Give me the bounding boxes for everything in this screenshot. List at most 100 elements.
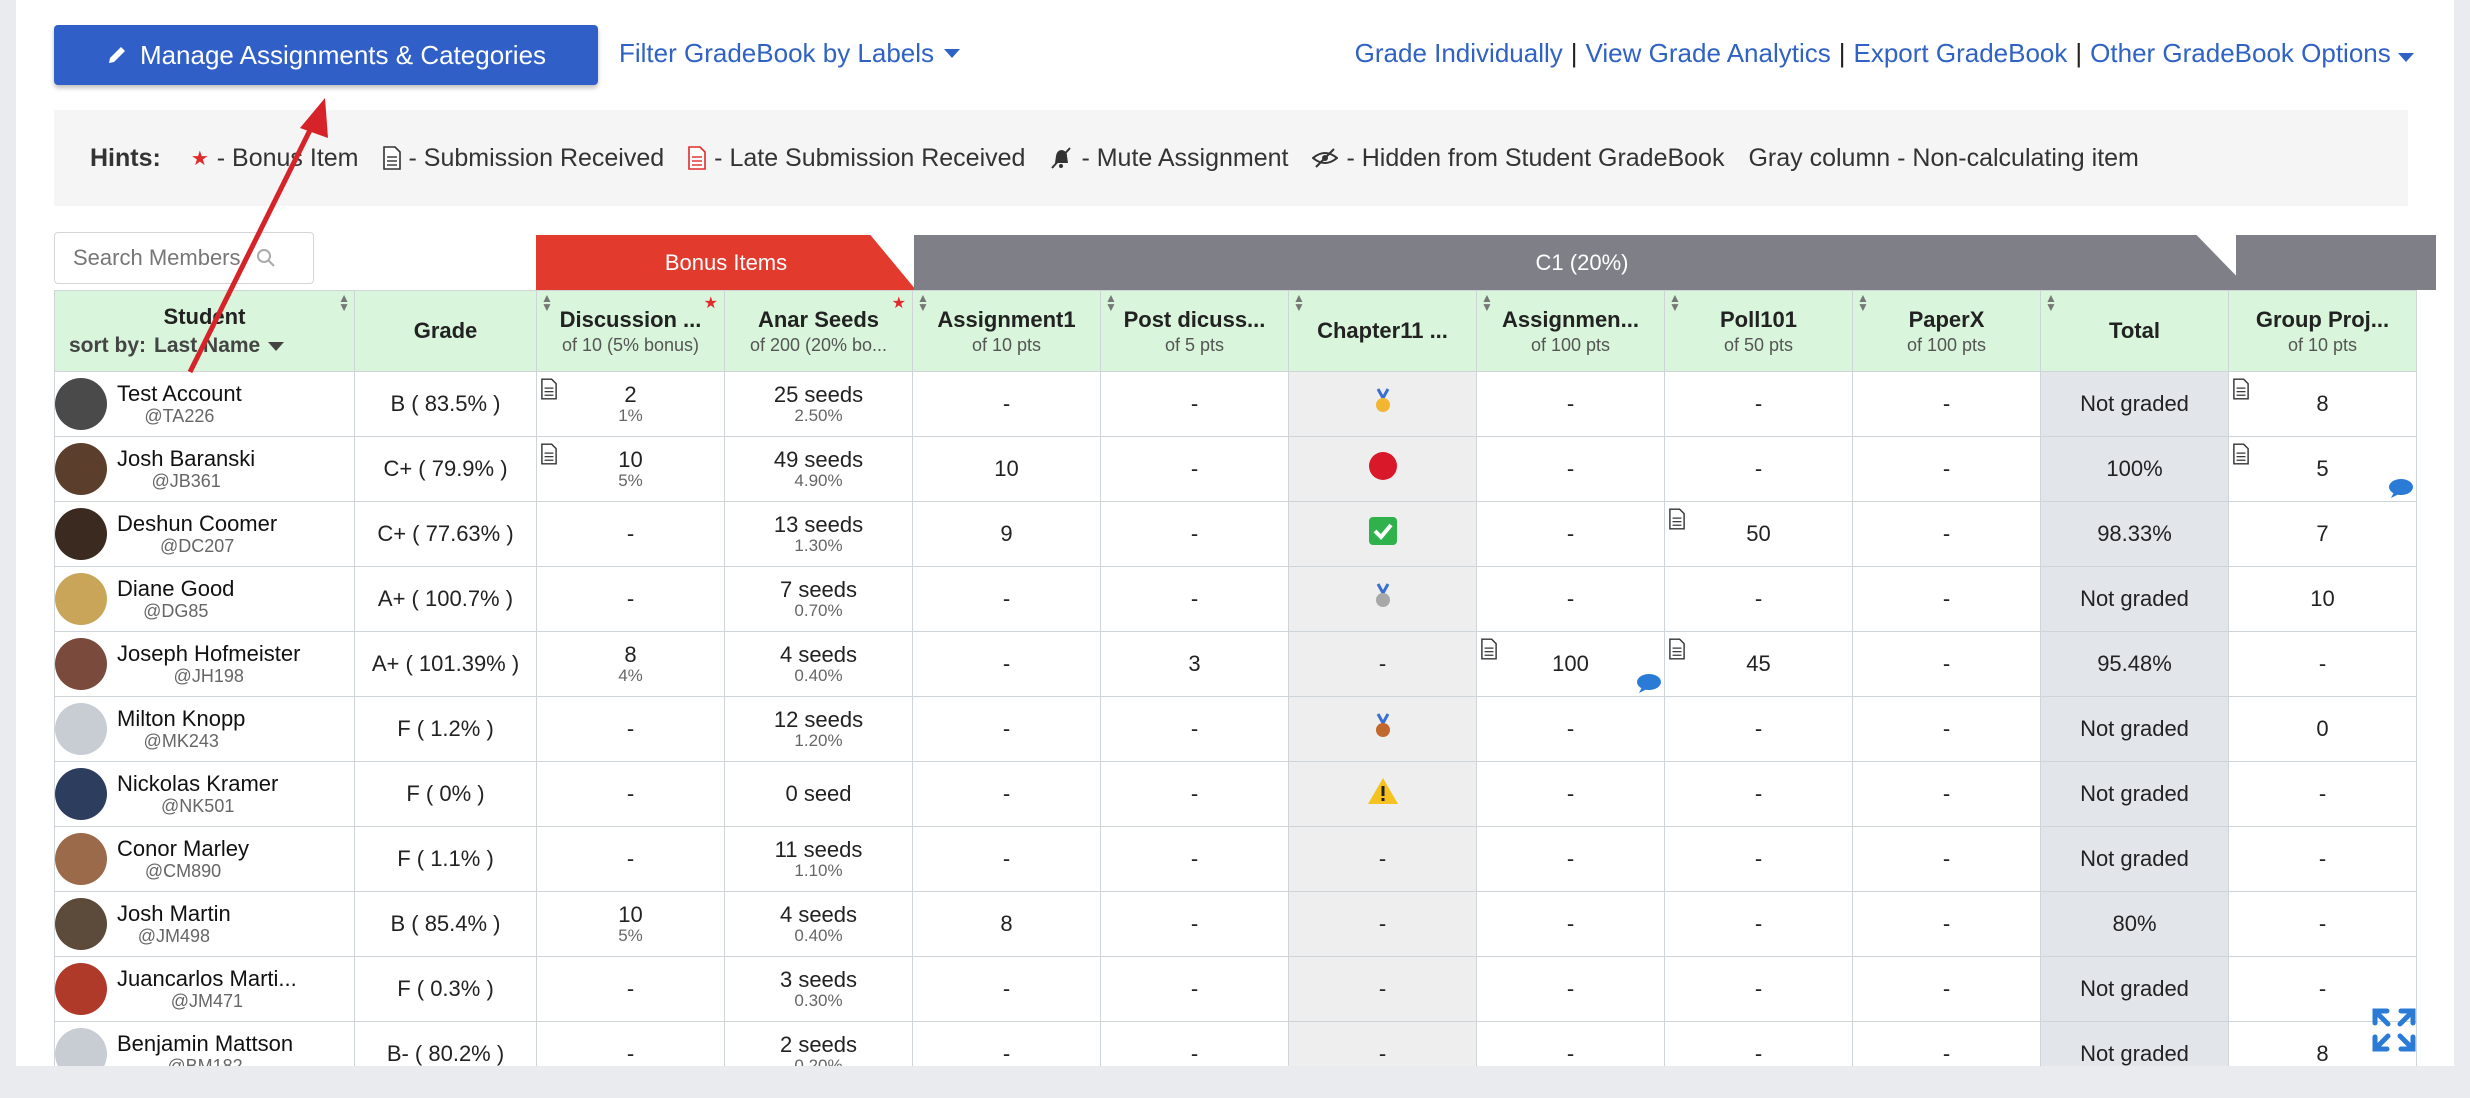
assignment1-cell[interactable]: 10 [912,436,1101,502]
anar-seeds-cell[interactable]: 7 seeds 0.70% [724,566,913,632]
sort-icon[interactable]: ▲ ▼ [541,292,553,313]
sort-icon[interactable]: ▲ ▼ [917,292,929,313]
search-members-input[interactable]: Search Members [54,232,314,284]
discussion-cell[interactable]: 10 5% [536,436,725,502]
student-cell[interactable]: Josh Martin @JM498 [54,891,355,957]
assignment1-cell[interactable]: - [912,1021,1101,1066]
assignment1-cell[interactable]: - [912,371,1101,437]
sort-icon[interactable]: ▲ ▼ [2045,292,2057,313]
paperx-cell[interactable]: - [1852,436,2041,502]
assignmen-cell[interactable]: - [1476,761,1665,827]
assignmen-cell[interactable]: - [1476,371,1665,437]
sort-icon[interactable]: ▲ ▼ [1481,292,1493,313]
poll101-cell[interactable]: 45 [1664,631,1853,697]
discussion-cell[interactable]: - [536,956,725,1022]
chapter11-cell[interactable]: - [1288,891,1477,957]
assignment1-cell[interactable]: 9 [912,501,1101,567]
post-discuss-cell[interactable]: - [1100,501,1289,567]
student-cell[interactable]: Benjamin Mattson @BM182 [54,1021,355,1066]
poll101-cell[interactable]: - [1664,1021,1853,1066]
anar-seeds-cell[interactable]: 13 seeds 1.30% [724,501,913,567]
discussion-cell[interactable]: - [536,826,725,892]
discussion-cell[interactable]: 2 1% [536,371,725,437]
paperx-cell[interactable]: - [1852,566,2041,632]
poll101-cell[interactable]: - [1664,566,1853,632]
column-group-project[interactable]: Group Proj... of 10 pts [2228,290,2417,372]
group-project-cell[interactable]: 5 [2228,436,2417,502]
chapter11-cell[interactable] [1288,761,1477,827]
assignment1-cell[interactable]: 8 [912,891,1101,957]
anar-seeds-cell[interactable]: 25 seeds 2.50% [724,371,913,437]
student-cell[interactable]: Test Account @TA226 [54,371,355,437]
grade-cell[interactable]: A+ ( 100.7% ) [354,566,537,632]
paperx-cell[interactable]: - [1852,631,2041,697]
assignmen-cell[interactable]: - [1476,566,1665,632]
group-project-cell[interactable]: - [2228,891,2417,957]
student-cell[interactable]: Josh Baranski @JB361 [54,436,355,502]
discussion-cell[interactable]: 8 4% [536,631,725,697]
paperx-cell[interactable]: - [1852,371,2041,437]
column-paperx[interactable]: ▲ ▼ PaperX of 100 pts [1852,290,2041,372]
export-gradebook-link[interactable]: Export GradeBook [1854,38,2068,69]
column-poll101[interactable]: ▲ ▼ Poll101 of 50 pts [1664,290,1853,372]
group-project-cell[interactable]: 7 [2228,501,2417,567]
assignment1-cell[interactable]: - [912,696,1101,762]
student-cell[interactable]: Juancarlos Marti... @JM471 [54,956,355,1022]
group-project-cell[interactable]: - [2228,631,2417,697]
assignmen-cell[interactable]: - [1476,891,1665,957]
post-discuss-cell[interactable]: - [1100,696,1289,762]
assignmen-cell[interactable]: - [1476,826,1665,892]
sort-icon[interactable]: ▲ ▼ [1857,292,1869,313]
column-anar-seeds[interactable]: ★ Anar Seeds of 200 (20% bo... [724,290,913,372]
group-project-cell[interactable]: - [2228,761,2417,827]
grade-cell[interactable]: B- ( 80.2% ) [354,1021,537,1066]
column-student[interactable]: Student sort by: Last Name ▲ ▼ [54,290,355,372]
fullscreen-expand-icon[interactable] [2369,1005,2419,1055]
chapter11-cell[interactable] [1288,436,1477,502]
discussion-cell[interactable]: - [536,761,725,827]
student-cell[interactable]: Diane Good @DG85 [54,566,355,632]
group-project-cell[interactable]: 0 [2228,696,2417,762]
sort-icon[interactable]: ▲ ▼ [1293,292,1305,313]
discussion-cell[interactable]: - [536,696,725,762]
chapter11-cell[interactable]: - [1288,1021,1477,1066]
chapter11-cell[interactable]: - [1288,631,1477,697]
sort-icon[interactable]: ▲ ▼ [1669,292,1681,313]
group-project-cell[interactable]: - [2228,826,2417,892]
student-cell[interactable]: Milton Knopp @MK243 [54,696,355,762]
sort-icon[interactable]: ▲ ▼ [338,292,350,313]
column-total[interactable]: ▲ ▼ Total [2040,290,2229,372]
anar-seeds-cell[interactable]: 4 seeds 0.40% [724,631,913,697]
assignment1-cell[interactable]: - [912,761,1101,827]
assignmen-cell[interactable]: - [1476,436,1665,502]
paperx-cell[interactable]: - [1852,891,2041,957]
anar-seeds-cell[interactable]: 12 seeds 1.20% [724,696,913,762]
grade-cell[interactable]: C+ ( 77.63% ) [354,501,537,567]
chapter11-cell[interactable] [1288,696,1477,762]
post-discuss-cell[interactable]: - [1100,826,1289,892]
post-discuss-cell[interactable]: - [1100,891,1289,957]
anar-seeds-cell[interactable]: 3 seeds 0.30% [724,956,913,1022]
sort-icon[interactable]: ▲ ▼ [1105,292,1117,313]
column-chapter11[interactable]: ▲ ▼ Chapter11 ... [1288,290,1477,372]
manage-assignments-button[interactable]: Manage Assignments & Categories [54,25,598,85]
assignmen-cell[interactable]: - [1476,501,1665,567]
discussion-cell[interactable]: - [536,566,725,632]
paperx-cell[interactable]: - [1852,1021,2041,1066]
grade-cell[interactable]: F ( 1.1% ) [354,826,537,892]
column-assignmen[interactable]: ▲ ▼ Assignmen... of 100 pts [1476,290,1665,372]
poll101-cell[interactable]: - [1664,436,1853,502]
chapter11-cell[interactable]: - [1288,826,1477,892]
chapter11-cell[interactable] [1288,566,1477,632]
student-cell[interactable]: Nickolas Kramer @NK501 [54,761,355,827]
post-discuss-cell[interactable]: - [1100,566,1289,632]
grade-cell[interactable]: B ( 83.5% ) [354,371,537,437]
discussion-cell[interactable]: - [536,1021,725,1066]
sort-by-dropdown[interactable]: sort by: Last Name [56,334,354,358]
assignmen-cell[interactable]: 100 [1476,631,1665,697]
filter-by-labels-dropdown[interactable]: Filter GradeBook by Labels [619,38,961,69]
discussion-cell[interactable]: 10 5% [536,891,725,957]
assignment1-cell[interactable]: - [912,826,1101,892]
poll101-cell[interactable]: 50 [1664,501,1853,567]
paperx-cell[interactable]: - [1852,696,2041,762]
